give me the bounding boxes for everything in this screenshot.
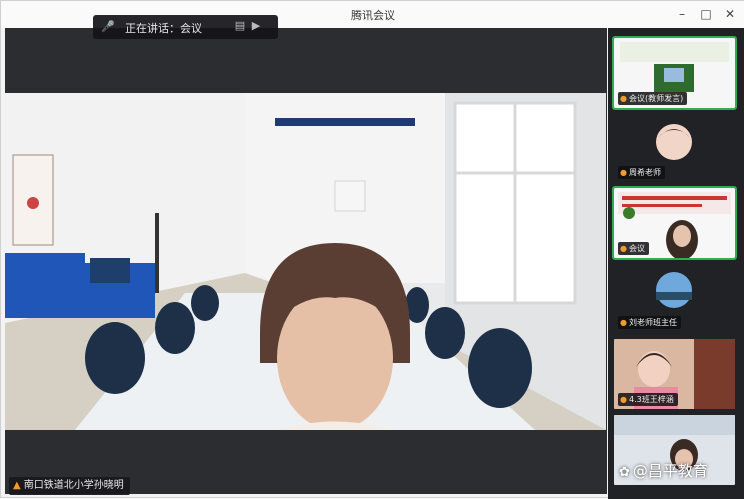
sound-icon: ▶ (251, 19, 261, 32)
participant-name: 会议(教师发言) (628, 94, 684, 103)
participant-name-tag: ● 刘老师班主任 (618, 316, 681, 329)
maximize-button[interactable]: □ (693, 4, 719, 24)
participant-name: 周希老师 (628, 168, 661, 177)
speaking-indicator: 🎤 正在讲话：会议 ▤ ▶ (93, 15, 278, 39)
watermark-text: @昌平教育 (632, 462, 708, 480)
microphone-icon: ● (620, 94, 627, 103)
participant-tile[interactable]: ● 4.3班王梓涵 (614, 339, 735, 409)
participant-name: 4.3班王梓涵 (628, 395, 674, 404)
main-video-frame (5, 93, 606, 430)
participant-name: 会议 (628, 244, 645, 253)
meeting-window: 腾讯会议 – □ ✕ 🎤 正在讲话：会议 ▤ ▶ ▲ 南口铁道北小学孙晓明 ● … (0, 0, 744, 499)
microphone-icon: ● (620, 244, 627, 253)
participant-name-tag: ● 会议 (618, 242, 649, 255)
microphone-icon: ● (620, 395, 627, 404)
microphone-icon: ● (620, 168, 627, 177)
main-video-name: 南口铁道北小学孙晓明 (23, 480, 124, 491)
main-video[interactable] (5, 93, 606, 430)
participant-tile[interactable]: ● 会议(教师发言) (612, 36, 737, 110)
participant-name-tag: ● 4.3班王梓涵 (618, 393, 678, 406)
participant-tile[interactable]: ● 刘老师班主任 (614, 262, 735, 332)
participant-name-tag: ● 会议(教师发言) (618, 92, 688, 105)
watermark: ✿ @昌平教育 (619, 460, 708, 481)
signal-icon: ▤ (234, 19, 246, 32)
main-video-name-tag: ▲ 南口铁道北小学孙晓明 (9, 477, 130, 495)
minimize-button[interactable]: – (669, 4, 695, 24)
participant-tile[interactable]: ● 周希老师 (614, 112, 735, 182)
close-button[interactable]: ✕ (717, 4, 743, 24)
participant-tile[interactable]: ● 会议 (612, 186, 737, 260)
paw-icon: ✿ (619, 465, 630, 480)
host-icon: ▲ (13, 480, 21, 491)
bottom-bar (5, 430, 607, 476)
participant-name-tag: ● 周希老师 (618, 166, 665, 179)
microphone-icon: 🎤 (101, 20, 115, 33)
speaking-label: 正在讲话：会议 (125, 22, 202, 35)
participant-name: 刘老师班主任 (628, 318, 677, 327)
microphone-icon: ● (620, 318, 627, 327)
